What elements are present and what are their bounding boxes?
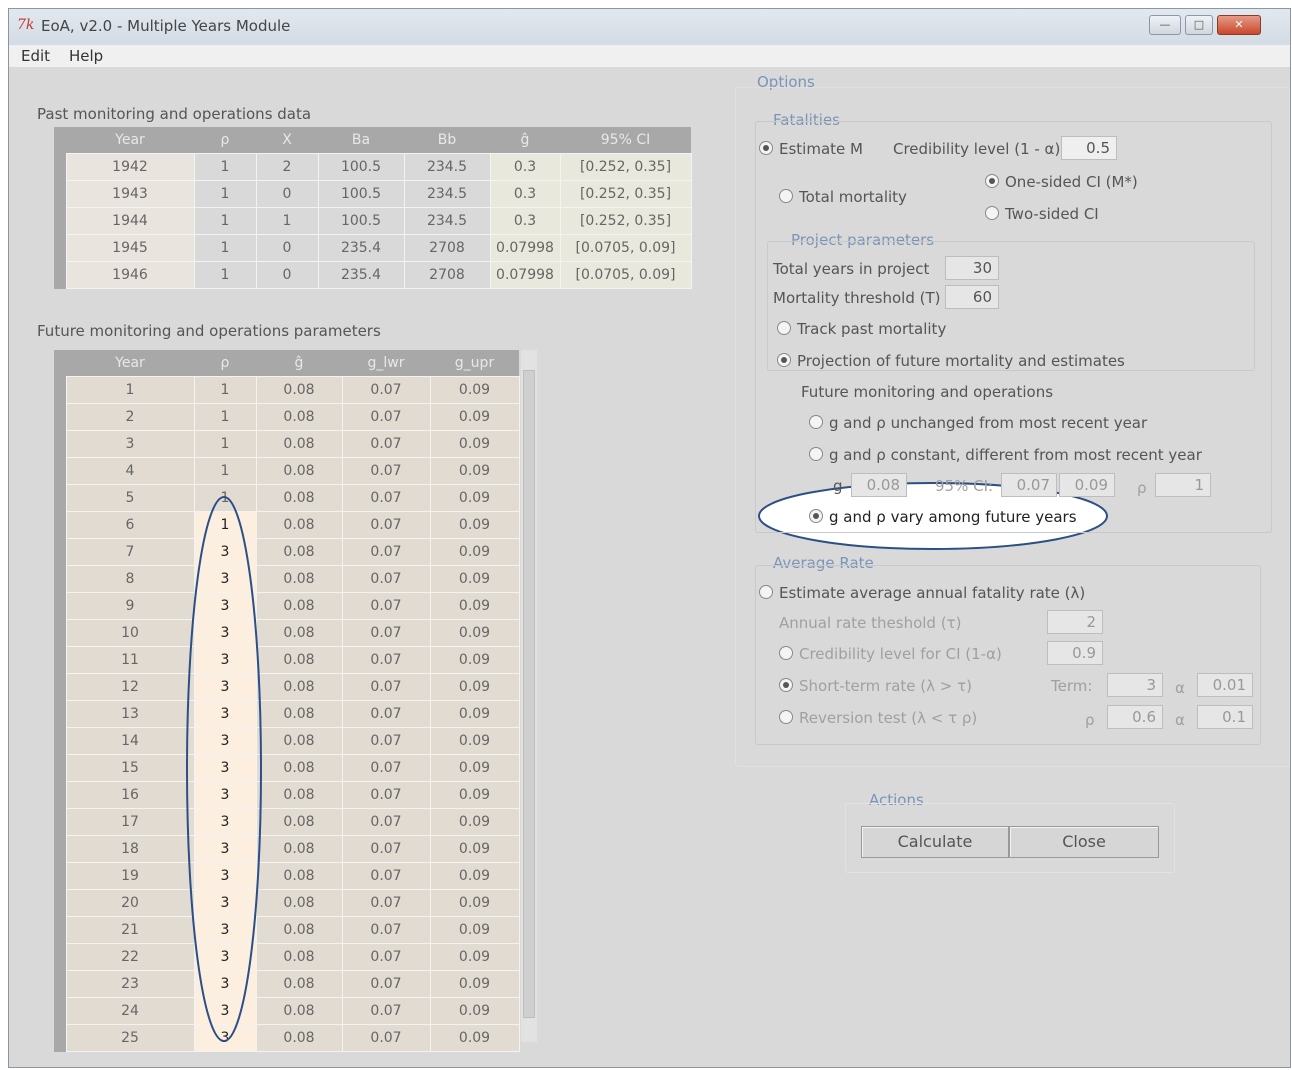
track-past-radio[interactable]: Track past mortality xyxy=(777,320,946,338)
reversion-radio[interactable]: Reversion test (λ < τ ρ) xyxy=(779,709,977,727)
cred-level-input[interactable]: 0.5 xyxy=(1061,136,1117,160)
total-mortality-label: Total mortality xyxy=(799,188,907,206)
radio-icon xyxy=(809,447,823,461)
annual-thresh-input[interactable]: 2 xyxy=(1047,610,1103,634)
constant-label: g and ρ constant, different from most re… xyxy=(829,446,1202,464)
radio-selected-icon xyxy=(809,509,823,523)
projection-radio[interactable]: Projection of future mortality and estim… xyxy=(777,352,1125,370)
radio-icon xyxy=(777,321,791,335)
rho-input[interactable]: 1 xyxy=(1155,473,1211,497)
radio-icon xyxy=(759,585,773,599)
rho-label: ρ xyxy=(1137,479,1147,497)
ci-label: 95% CI: xyxy=(935,477,994,495)
radio-selected-icon xyxy=(985,174,999,188)
projection-label: Projection of future mortality and estim… xyxy=(797,352,1125,370)
reversion-label: Reversion test (λ < τ ρ) xyxy=(799,709,978,727)
alpha-label-2: α xyxy=(1175,711,1185,729)
term-input[interactable]: 3 xyxy=(1107,673,1163,697)
unchanged-radio[interactable]: g and ρ unchanged from most recent year xyxy=(809,414,1147,432)
total-years-input[interactable]: 30 xyxy=(945,256,999,280)
total-years-label: Total years in project xyxy=(773,260,930,278)
radio-icon xyxy=(779,710,793,724)
rho-label-2: ρ xyxy=(1085,711,1095,729)
constant-radio[interactable]: g and ρ constant, different from most re… xyxy=(809,446,1202,464)
radio-icon xyxy=(985,206,999,220)
short-term-radio[interactable]: Short-term rate (λ > τ) xyxy=(779,677,972,695)
app-window: 7k EoA, v2.0 - Multiple Years Module — □… xyxy=(8,8,1291,1068)
total-mortality-radio[interactable]: Total mortality xyxy=(779,188,907,206)
cred-ci-label: Credibility level for CI (1-α) xyxy=(799,645,1002,663)
vary-radio[interactable]: g and ρ vary among future years xyxy=(809,508,1077,526)
two-sided-radio[interactable]: Two-sided CI xyxy=(985,205,1099,223)
close-button[interactable]: Close xyxy=(1009,826,1159,858)
ci-lower-input[interactable]: 0.07 xyxy=(1001,473,1057,497)
radio-icon xyxy=(809,415,823,429)
unchanged-label: g and ρ unchanged from most recent year xyxy=(829,414,1148,432)
avg-rate-radio[interactable]: Estimate average annual fatality rate (λ… xyxy=(759,584,1085,602)
estimate-m-label: Estimate M xyxy=(779,140,863,158)
radio-icon xyxy=(779,189,793,203)
vary-label: g and ρ vary among future years xyxy=(829,508,1077,526)
annual-thresh-label: Annual rate theshold (τ) xyxy=(779,614,962,632)
alpha1-input[interactable]: 0.01 xyxy=(1197,673,1253,697)
cred-ci-radio[interactable]: Credibility level for CI (1-α) xyxy=(779,645,1002,663)
term-label: Term: xyxy=(1051,677,1093,695)
threshold-label: Mortality threshold (T) xyxy=(773,289,941,307)
one-sided-radio[interactable]: One-sided CI (M*) xyxy=(985,173,1138,191)
radio-icon xyxy=(779,646,793,660)
rho-column-highlight-oval xyxy=(186,496,262,1042)
estimate-m-radio[interactable]: Estimate M xyxy=(759,140,863,158)
two-sided-label: Two-sided CI xyxy=(1005,205,1099,223)
track-past-label: Track past mortality xyxy=(797,320,947,338)
threshold-input[interactable]: 60 xyxy=(945,285,999,309)
alpha-label-1: α xyxy=(1175,679,1185,697)
radio-selected-icon xyxy=(759,141,773,155)
calculate-button[interactable]: Calculate xyxy=(861,826,1009,858)
avg-rate-label: Estimate average annual fatality rate (λ… xyxy=(779,584,1086,602)
alpha2-input[interactable]: 0.1 xyxy=(1197,705,1253,729)
g-input[interactable]: 0.08 xyxy=(851,473,907,497)
ci-upper-input[interactable]: 0.09 xyxy=(1059,473,1115,497)
cred-ci-input[interactable]: 0.9 xyxy=(1047,641,1103,665)
g-label: g xyxy=(833,477,843,495)
cred-level-label: Credibility level (1 - α) xyxy=(893,140,1061,158)
short-term-label: Short-term rate (λ > τ) xyxy=(799,677,973,695)
radio-selected-icon xyxy=(779,678,793,692)
future-mon-label: Future monitoring and operations xyxy=(801,383,1054,401)
radio-selected-icon xyxy=(777,353,791,367)
rev-rho-input[interactable]: 0.6 xyxy=(1107,705,1163,729)
one-sided-label: One-sided CI (M*) xyxy=(1005,173,1138,191)
